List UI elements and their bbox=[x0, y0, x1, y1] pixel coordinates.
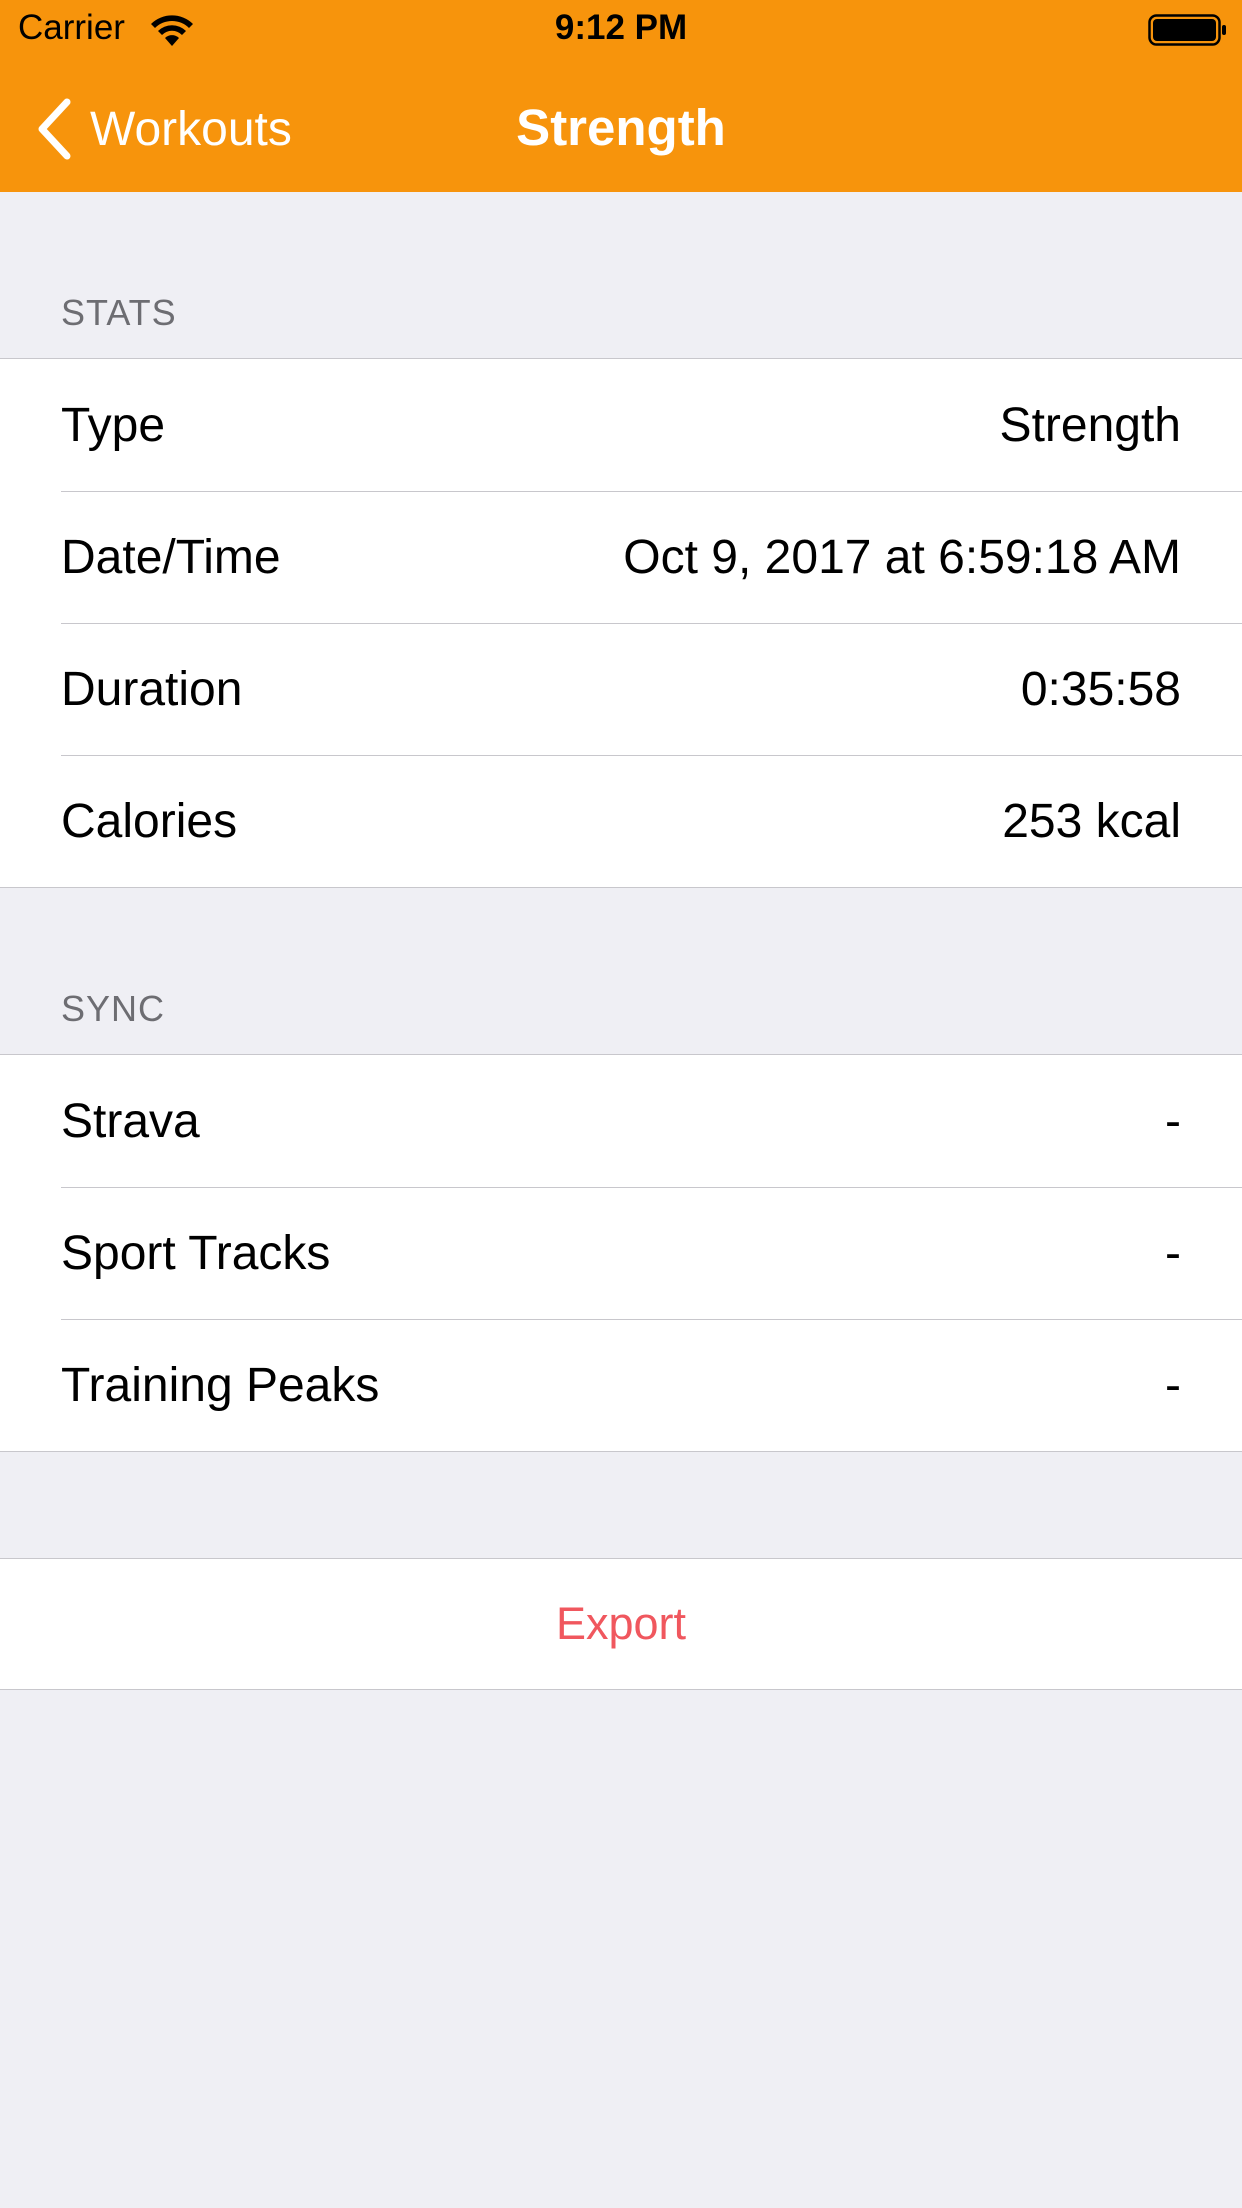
row-label: Date/Time bbox=[61, 530, 281, 584]
stats-row-calories: Calories 253 kcal bbox=[0, 755, 1242, 887]
page-title: Strength bbox=[516, 99, 726, 156]
navigation-bar: Workouts Strength bbox=[0, 60, 1242, 192]
export-button[interactable]: Export bbox=[0, 1559, 1242, 1689]
sync-row-strava[interactable]: Strava - bbox=[0, 1055, 1242, 1187]
row-value: - bbox=[1165, 1094, 1181, 1148]
stats-row-type: Type Strength bbox=[0, 359, 1242, 491]
stats-group: Type Strength Date/Time Oct 9, 2017 at 6… bbox=[0, 358, 1242, 888]
sync-row-training-peaks[interactable]: Training Peaks - bbox=[0, 1319, 1242, 1451]
row-value: 0:35:58 bbox=[1020, 662, 1181, 716]
stats-row-datetime: Date/Time Oct 9, 2017 at 6:59:18 AM bbox=[0, 491, 1242, 623]
battery-icon bbox=[1148, 14, 1228, 46]
sync-section-header: SYNC bbox=[61, 988, 166, 1029]
row-value: - bbox=[1165, 1358, 1181, 1412]
sync-row-sport-tracks[interactable]: Sport Tracks - bbox=[0, 1187, 1242, 1319]
status-bar: Carrier 9:12 PM bbox=[0, 0, 1242, 60]
stats-section-header: STATS bbox=[61, 292, 177, 333]
row-label: Calories bbox=[61, 794, 238, 848]
row-value: Strength bbox=[999, 398, 1181, 452]
row-value: 253 kcal bbox=[1002, 794, 1181, 848]
row-value: - bbox=[1165, 1226, 1181, 1280]
row-label: Strava bbox=[61, 1094, 200, 1148]
row-label: Type bbox=[61, 398, 166, 452]
actions-group: Export bbox=[0, 1558, 1242, 1690]
status-time: 9:12 PM bbox=[554, 8, 688, 47]
row-label: Sport Tracks bbox=[61, 1226, 331, 1280]
row-label: Duration bbox=[61, 662, 243, 716]
stats-row-duration: Duration 0:35:58 bbox=[0, 623, 1242, 755]
sync-group: Strava - Sport Tracks - Training Peaks - bbox=[0, 1054, 1242, 1452]
row-label: Training Peaks bbox=[61, 1358, 380, 1412]
row-value: Oct 9, 2017 at 6:59:18 AM bbox=[623, 530, 1181, 584]
top-bar: Carrier 9:12 PM Workouts Strength bbox=[0, 0, 1242, 192]
